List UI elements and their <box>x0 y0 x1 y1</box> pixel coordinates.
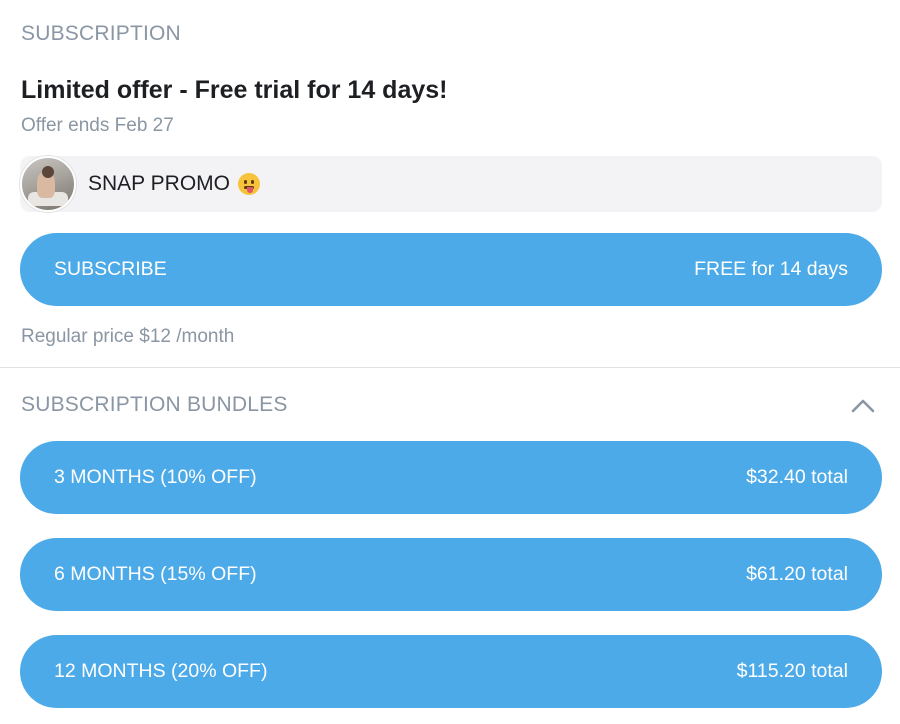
bundle-3-months-button[interactable]: 3 MONTHS (10% off) $32.40 total <box>20 441 882 514</box>
bundle-price: $115.20 total <box>736 660 848 682</box>
promo-message: SNAP PROMO <box>88 172 260 196</box>
bundle-price: $32.40 total <box>746 466 848 488</box>
bundle-price: $61.20 total <box>746 563 848 585</box>
subscription-panel: SUBSCRIPTION Limited offer - Free trial … <box>0 0 900 724</box>
bundle-12-months-button[interactable]: 12 MONTHS (20% off) $115.20 total <box>20 635 882 708</box>
regular-price: Regular price $12 /month <box>21 326 235 347</box>
offer-title: Limited offer - Free trial for 14 days! <box>21 76 448 104</box>
chevron-up-icon[interactable] <box>850 396 876 416</box>
subscribe-button[interactable]: SUBSCRIBE FREE for 14 days <box>20 233 882 306</box>
avatar <box>20 156 76 212</box>
subscription-section-title: SUBSCRIPTION <box>21 22 181 45</box>
subscribe-price: FREE for 14 days <box>694 258 848 280</box>
promo-name: SNAP PROMO <box>88 172 230 195</box>
subscribe-label: SUBSCRIBE <box>54 258 167 280</box>
bundle-label: 12 MONTHS (20% off) <box>54 660 268 682</box>
promo-card: SNAP PROMO <box>20 156 882 212</box>
bundle-label: 6 MONTHS (15% off) <box>54 563 257 585</box>
offer-end-date: Offer ends Feb 27 <box>21 115 174 136</box>
bundles-section-title: SUBSCRIPTION BUNDLES <box>21 393 288 416</box>
face-with-tongue-icon <box>237 173 260 195</box>
bundle-6-months-button[interactable]: 6 MONTHS (15% off) $61.20 total <box>20 538 882 611</box>
section-divider <box>0 367 900 368</box>
bundle-label: 3 MONTHS (10% off) <box>54 466 257 488</box>
